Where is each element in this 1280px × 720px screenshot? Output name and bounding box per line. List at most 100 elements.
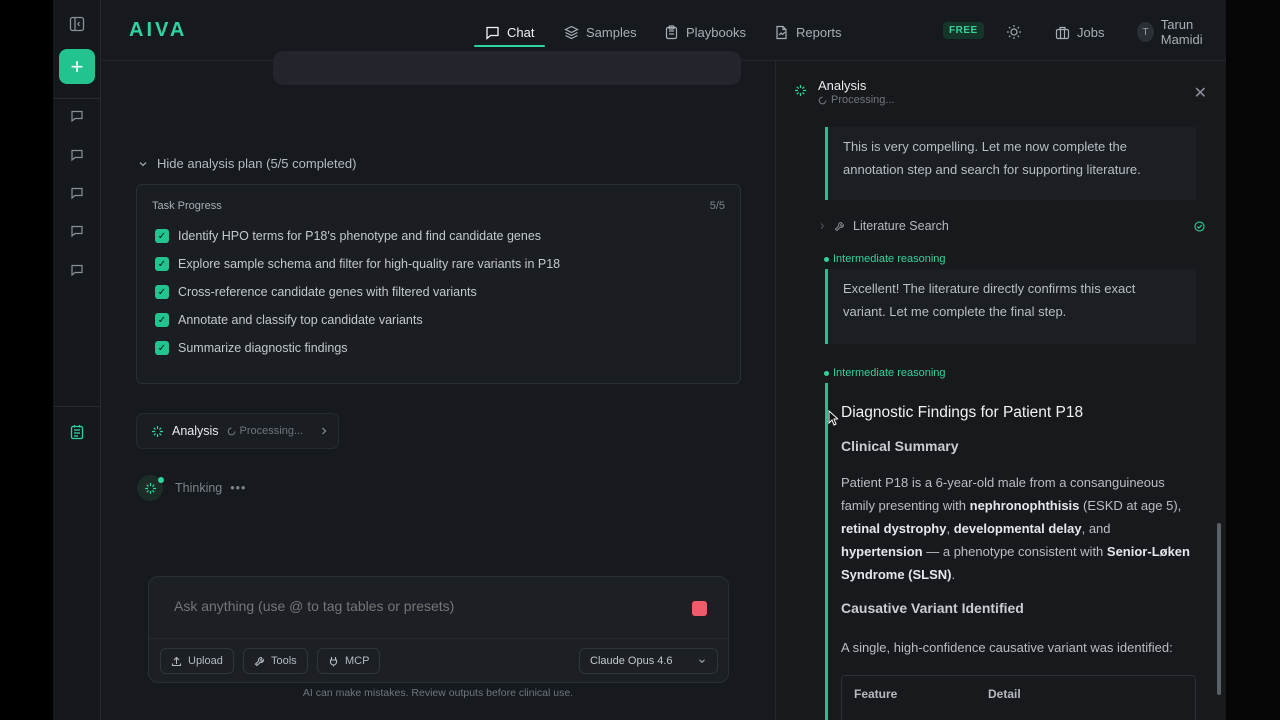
text-run: , bbox=[946, 521, 954, 536]
thinking-indicator: Thinking ••• bbox=[137, 475, 246, 501]
task-progress-count: 5/5 bbox=[709, 200, 725, 212]
upload-icon bbox=[171, 656, 182, 666]
clinical-summary-heading-wrap: Clinical Summary bbox=[841, 438, 1197, 454]
analysis-chip-status: Processing... bbox=[227, 425, 304, 437]
analysis-panel: Analysis Processing... ✕ This is very co… bbox=[775, 61, 1226, 720]
chevron-down-icon bbox=[699, 659, 705, 664]
user-menu[interactable]: T Tarun Mamidi bbox=[1137, 17, 1226, 47]
task-item: ✓ Identify HPO terms for P18's phenotype… bbox=[155, 229, 541, 243]
screen-edge bbox=[1226, 0, 1280, 720]
variant-summary-wrap: A single, high-confidence causative vari… bbox=[841, 636, 1197, 659]
analysis-chip-button[interactable]: Analysis Processing... bbox=[136, 413, 339, 449]
rail-divider bbox=[53, 406, 101, 407]
clipboard-icon bbox=[665, 24, 678, 39]
panel-status: Processing... bbox=[818, 94, 895, 106]
checkbox-checked-icon: ✓ bbox=[155, 341, 169, 355]
chat-history-icon[interactable] bbox=[65, 181, 89, 205]
variant-table: Feature Detail bbox=[841, 675, 1196, 720]
panel-title: Analysis bbox=[818, 78, 867, 93]
reasoning-label: Intermediate reasoning bbox=[824, 253, 946, 265]
wrench-icon bbox=[254, 656, 265, 666]
reasoning-accent-line bbox=[825, 383, 828, 720]
variant-heading-wrap: Causative Variant Identified bbox=[841, 600, 1197, 616]
status-dot bbox=[158, 477, 164, 483]
task-progress-card: Task Progress 5/5 ✓ Identify HPO terms f… bbox=[136, 184, 741, 384]
document-icon bbox=[776, 25, 787, 39]
spinner-icon bbox=[227, 427, 235, 435]
nav-reports-label: Reports bbox=[796, 24, 842, 40]
sun-icon bbox=[1007, 25, 1021, 39]
checkbox-checked-icon: ✓ bbox=[155, 313, 169, 327]
checkbox-checked-icon: ✓ bbox=[155, 229, 169, 243]
rail-divider bbox=[53, 98, 101, 99]
text-bold: retinal dystrophy bbox=[841, 521, 947, 536]
chat-history-icon[interactable] bbox=[65, 104, 89, 128]
chat-input[interactable] bbox=[174, 598, 674, 614]
analysis-chip-label: Analysis bbox=[172, 424, 219, 438]
nav-chat[interactable]: Chat bbox=[485, 17, 534, 47]
avatar: T bbox=[1137, 22, 1154, 42]
panel-content: This is very compelling. Let me now comp… bbox=[776, 127, 1226, 720]
text-bold: hypertension bbox=[841, 544, 923, 559]
chat-history-icon[interactable] bbox=[65, 258, 89, 282]
theme-toggle[interactable] bbox=[1006, 17, 1022, 47]
composer-divider bbox=[149, 638, 728, 639]
app-logo[interactable]: AIVA bbox=[129, 19, 187, 42]
previous-user-message bbox=[273, 51, 741, 85]
app-window: + AIVA Chat Samples Playbooks Reports FR… bbox=[53, 0, 1226, 720]
reasoning-label: Intermediate reasoning bbox=[824, 367, 946, 379]
upload-button[interactable]: Upload bbox=[160, 648, 234, 674]
chat-history-icon[interactable] bbox=[65, 143, 89, 167]
analysis-chip-status-text: Processing... bbox=[239, 425, 304, 437]
tools-label: Tools bbox=[271, 655, 297, 667]
task-item: ✓ Explore sample schema and filter for h… bbox=[155, 257, 560, 271]
clinical-summary-paragraph: Patient P18 is a 6-year-old male from a … bbox=[841, 471, 1193, 586]
nav-samples[interactable]: Samples bbox=[564, 17, 637, 47]
task-label: Summarize diagnostic findings bbox=[178, 341, 348, 355]
thinking-label: Thinking bbox=[175, 481, 223, 495]
variant-summary-text: A single, high-confidence causative vari… bbox=[841, 640, 1173, 655]
nav-jobs[interactable]: Jobs bbox=[1055, 17, 1104, 47]
nav-samples-label: Samples bbox=[586, 24, 637, 40]
model-selector-value: Claude Opus 4.6 bbox=[590, 655, 673, 667]
clinical-summary-text: Patient P18 is a 6-year-old male from a … bbox=[841, 471, 1193, 586]
chevron-down-icon bbox=[139, 161, 147, 166]
plan-toggle[interactable]: Hide analysis plan (5/5 completed) bbox=[137, 156, 356, 171]
sparkle-icon bbox=[795, 85, 806, 96]
task-item: ✓ Annotate and classify top candidate va… bbox=[155, 313, 423, 327]
sidebar-toggle-icon[interactable] bbox=[65, 12, 89, 36]
nav-playbooks[interactable]: Playbooks bbox=[664, 17, 746, 47]
message-composer: Upload Tools MCP Claude Opus 4.6 bbox=[148, 576, 729, 683]
task-label: Annotate and classify top candidate vari… bbox=[178, 313, 423, 327]
stop-button[interactable] bbox=[692, 601, 707, 616]
task-progress-title: Task Progress bbox=[152, 200, 222, 212]
nav-chat-label: Chat bbox=[507, 24, 535, 40]
clinical-summary-heading: Clinical Summary bbox=[841, 438, 959, 454]
chevron-right-icon bbox=[322, 427, 327, 435]
chat-area: Hide analysis plan (5/5 completed) Task … bbox=[101, 51, 775, 720]
chevron-right-icon bbox=[820, 223, 825, 229]
nav-active-indicator bbox=[474, 45, 545, 47]
step-literature-search[interactable]: Literature Search bbox=[818, 219, 1205, 233]
tools-button[interactable]: Tools bbox=[243, 648, 308, 674]
reasoning-text: This is very compelling. Let me now comp… bbox=[843, 139, 1141, 177]
mcp-label: MCP bbox=[345, 655, 370, 667]
panel-scrollbar[interactable] bbox=[1217, 523, 1221, 695]
close-icon[interactable]: ✕ bbox=[1194, 83, 1207, 103]
mcp-button[interactable]: MCP bbox=[317, 648, 381, 674]
layers-icon bbox=[564, 25, 579, 39]
plan-badge[interactable]: FREE bbox=[943, 22, 984, 39]
nav-reports[interactable]: Reports bbox=[774, 17, 842, 47]
text-run: (ESKD at age 5), bbox=[1079, 498, 1182, 513]
chat-history-icon[interactable] bbox=[65, 219, 89, 243]
panel-header: Analysis Processing... ✕ bbox=[776, 61, 1226, 127]
new-chat-button[interactable]: + bbox=[59, 49, 95, 84]
table-header-detail: Detail bbox=[988, 687, 1021, 701]
reasoning-block: This is very compelling. Let me now comp… bbox=[825, 127, 1196, 200]
step-label: Literature Search bbox=[853, 219, 949, 233]
text-run: , and bbox=[1081, 521, 1111, 536]
model-selector[interactable]: Claude Opus 4.6 bbox=[579, 648, 718, 674]
notes-icon[interactable] bbox=[65, 420, 89, 444]
text-bold: developmental delay bbox=[953, 521, 1082, 536]
text-bold: nephronophthisis bbox=[969, 498, 1080, 513]
